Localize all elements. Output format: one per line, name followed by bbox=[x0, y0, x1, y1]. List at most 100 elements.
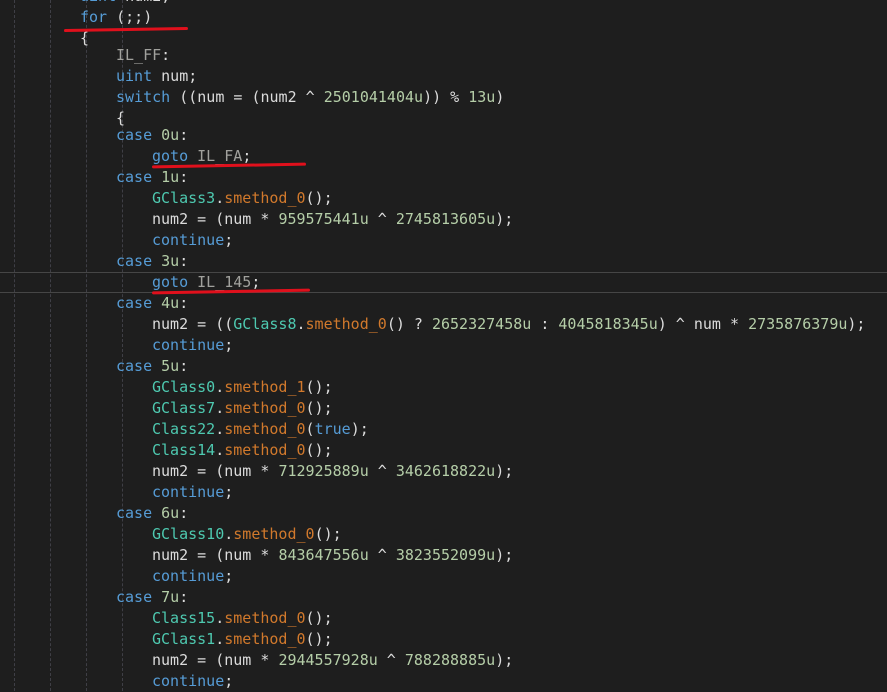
code-token: 2652327458u bbox=[431, 315, 532, 333]
code-token: continue bbox=[152, 672, 225, 690]
code-token: 5u bbox=[161, 357, 180, 375]
code-token: (); bbox=[305, 378, 333, 396]
code-token: case bbox=[116, 168, 153, 186]
code-token: 2745813605u bbox=[395, 210, 496, 228]
code-line[interactable]: uint num; bbox=[0, 66, 887, 87]
code-token: ((num = (num2 ^ bbox=[170, 88, 324, 106]
code-token: continue bbox=[152, 567, 225, 585]
code-line[interactable]: GClass7.smethod_0(); bbox=[0, 398, 887, 419]
code-token: : bbox=[161, 46, 171, 64]
code-token: Class14 bbox=[152, 441, 216, 459]
code-token: )) % bbox=[423, 88, 469, 106]
code-token: ; bbox=[224, 567, 234, 585]
code-line[interactable]: Class14.smethod_0(); bbox=[0, 440, 887, 461]
code-line[interactable]: num2 = (num * 843647556u ^ 3823552099u); bbox=[0, 545, 887, 566]
code-token: ; bbox=[224, 483, 234, 501]
code-token: 4u bbox=[161, 294, 180, 312]
code-token: smethod_0 bbox=[224, 420, 306, 438]
code-token: GClass7 bbox=[152, 399, 216, 417]
code-line[interactable]: GClass3.smethod_0(); bbox=[0, 188, 887, 209]
code-token: 959575441u bbox=[278, 210, 369, 228]
code-token: : bbox=[179, 168, 189, 186]
code-token: (); bbox=[305, 630, 333, 648]
code-line[interactable]: Class15.smethod_0(); bbox=[0, 608, 887, 629]
code-token: 6u bbox=[161, 504, 180, 522]
code-token: ) bbox=[495, 88, 505, 106]
code-token: 3462618822u bbox=[395, 462, 496, 480]
code-line[interactable]: continue; bbox=[0, 482, 887, 503]
code-token: num2 = (num * bbox=[152, 462, 279, 480]
code-line[interactable]: GClass0.smethod_1(); bbox=[0, 377, 887, 398]
code-line[interactable]: case 3u: bbox=[0, 251, 887, 272]
code-line[interactable]: case 7u: bbox=[0, 587, 887, 608]
code-line[interactable]: num2 = ((GClass8.smethod_0() ? 265232745… bbox=[0, 314, 887, 335]
code-token: ; bbox=[224, 336, 234, 354]
code-line[interactable]: continue; bbox=[0, 335, 887, 356]
code-token: : bbox=[531, 315, 559, 333]
code-token: 712925889u bbox=[278, 462, 369, 480]
code-token: ); bbox=[495, 546, 514, 564]
code-line[interactable]: switch ((num = (num2 ^ 2501041404u)) % 1… bbox=[0, 87, 887, 108]
code-token: 0u bbox=[161, 126, 180, 144]
code-token: uint bbox=[116, 67, 153, 85]
code-token: ); bbox=[350, 420, 369, 438]
code-line[interactable]: for (;;) bbox=[0, 7, 887, 28]
code-token: . bbox=[224, 525, 234, 543]
code-line[interactable]: num2 = (num * 959575441u ^ 2745813605u); bbox=[0, 209, 887, 230]
code-token: : bbox=[179, 252, 189, 270]
code-token: . bbox=[215, 399, 225, 417]
code-token: num2 = (num * bbox=[152, 651, 279, 669]
code-token: smethod_0 bbox=[224, 609, 306, 627]
code-token: 843647556u bbox=[278, 546, 369, 564]
code-line[interactable]: num2 = (num * 2944557928u ^ 788288885u); bbox=[0, 650, 887, 671]
code-token: ); bbox=[495, 651, 514, 669]
code-token: smethod_0 bbox=[305, 315, 387, 333]
code-token: : bbox=[179, 294, 189, 312]
code-line[interactable]: IL_FF: bbox=[0, 45, 887, 66]
code-token: : bbox=[179, 126, 189, 144]
code-line[interactable]: case 6u: bbox=[0, 503, 887, 524]
code-token: IL_145 bbox=[197, 273, 252, 291]
code-line[interactable]: Class22.smethod_0(true); bbox=[0, 419, 887, 440]
code-token: num2; bbox=[116, 0, 170, 5]
code-token: continue bbox=[152, 336, 225, 354]
code-line[interactable]: GClass10.smethod_0(); bbox=[0, 524, 887, 545]
code-token: (); bbox=[305, 609, 333, 627]
code-token: 7u bbox=[161, 588, 180, 606]
code-token: num2 = (num * bbox=[152, 546, 279, 564]
code-token: ^ bbox=[377, 651, 405, 669]
code-editor[interactable]: uint num2;for (;;){IL_FF:uint num;switch… bbox=[0, 0, 887, 691]
code-token: IL_FF bbox=[116, 46, 162, 64]
code-line[interactable]: case 1u: bbox=[0, 167, 887, 188]
code-token: ); bbox=[495, 462, 514, 480]
code-token: Class22 bbox=[152, 420, 216, 438]
code-line[interactable]: continue; bbox=[0, 566, 887, 587]
code-token: ^ bbox=[368, 546, 396, 564]
code-token: 2501041404u bbox=[323, 88, 424, 106]
code-token: ( bbox=[305, 420, 315, 438]
code-token: ^ bbox=[368, 210, 396, 228]
code-token: . bbox=[215, 630, 225, 648]
code-line[interactable]: case 4u: bbox=[0, 293, 887, 314]
current-code-line[interactable]: goto IL_145; bbox=[0, 272, 887, 293]
code-line[interactable]: num2 = (num * 712925889u ^ 3462618822u); bbox=[0, 461, 887, 482]
code-line[interactable]: goto IL_FA; bbox=[0, 146, 887, 167]
code-line[interactable]: case 5u: bbox=[0, 356, 887, 377]
code-line[interactable]: case 0u: bbox=[0, 125, 887, 146]
code-line[interactable]: continue; bbox=[0, 230, 887, 251]
code-line[interactable]: GClass1.smethod_0(); bbox=[0, 629, 887, 650]
code-token: . bbox=[215, 378, 225, 396]
code-token: . bbox=[215, 189, 225, 207]
code-line[interactable]: uint num2; bbox=[0, 0, 887, 7]
code-token: num2 = (num * bbox=[152, 210, 279, 228]
code-token: 788288885u bbox=[404, 651, 496, 669]
code-line[interactable]: continue; bbox=[0, 671, 887, 692]
code-token: : bbox=[179, 357, 189, 375]
code-token: 2944557928u bbox=[278, 651, 378, 669]
code-token: num2 = (( bbox=[152, 315, 234, 333]
